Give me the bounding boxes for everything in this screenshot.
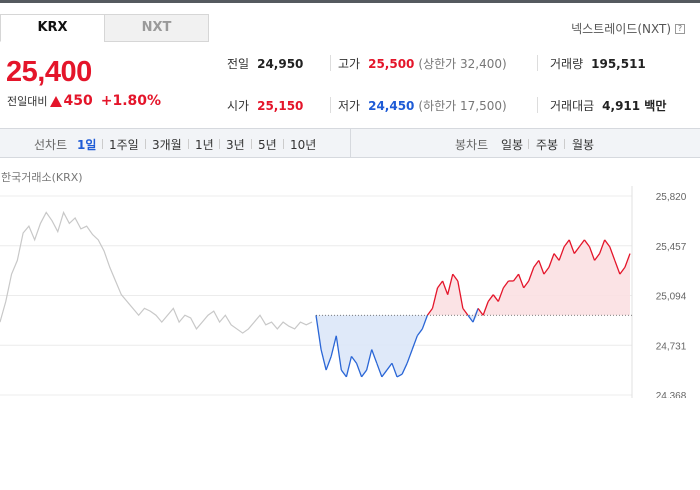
upper-limit: (상한가 32,400): [418, 57, 507, 71]
period-10y[interactable]: 10년: [290, 136, 316, 153]
change-value: 450: [63, 93, 93, 109]
stat-label: 시가: [227, 99, 250, 113]
stat-divider: [330, 55, 331, 71]
tab-nxt[interactable]: NXT: [104, 14, 209, 42]
stat-low: 저가 24,450 (하한가 17,500): [338, 97, 507, 114]
candle-weekly[interactable]: 주봉: [536, 136, 558, 153]
toolbar-separator: [251, 139, 252, 149]
up-triangle-icon: [50, 95, 63, 107]
tab-divider: [104, 41, 208, 42]
nxt-link-label: 넥스트레이드(NXT): [571, 22, 671, 36]
stat-open: 시가 25,150: [227, 97, 303, 114]
stat-label: 전일: [227, 57, 250, 71]
stat-prev-close: 전일 24,950: [227, 55, 303, 72]
toolbar-separator: [188, 139, 189, 149]
chart-toolbar: 선차트 1일 1주일 3개월 1년 3년 5년 10년 봉차트 일봉 주봉 월봉: [0, 128, 700, 158]
toolbar-separator: [102, 139, 103, 149]
period-1w[interactable]: 1주일: [109, 136, 139, 153]
price-change: 전일대비 450 +1.80%: [7, 93, 161, 109]
period-1d[interactable]: 1일: [77, 136, 96, 153]
y-tick-label: 25,457: [656, 242, 687, 253]
stat-value: 24,950: [257, 57, 304, 71]
stat-high: 고가 25,500 (상한가 32,400): [338, 55, 507, 72]
y-tick-label: 24,731: [656, 341, 687, 352]
price-chart[interactable]: 25,820 25,457 25,094 24,731 24,368: [0, 186, 700, 398]
toolbar-separator: [283, 139, 284, 149]
change-label: 전일대비: [7, 95, 48, 108]
stat-value: 4,911 백만: [602, 99, 667, 113]
y-tick-label: 25,094: [656, 292, 687, 303]
help-icon[interactable]: ?: [675, 23, 685, 34]
period-3y[interactable]: 3년: [226, 136, 245, 153]
toolbar-separator: [564, 139, 565, 149]
candle-monthly[interactable]: 월봉: [572, 136, 594, 153]
stat-divider: [537, 55, 538, 71]
candle-daily[interactable]: 일봉: [501, 136, 523, 153]
y-axis-labels: 25,820 25,457 25,094 24,731 24,368: [656, 192, 687, 398]
toolbar-separator: [219, 139, 220, 149]
period-1y[interactable]: 1년: [195, 136, 214, 153]
stat-label: 거래량: [550, 57, 584, 71]
line-chart-label: 선차트: [34, 138, 68, 152]
y-tick-label: 25,820: [656, 192, 687, 203]
top-border: [0, 0, 700, 3]
stat-trade-amount: 거래대금 4,911 백만: [550, 97, 666, 114]
current-price: 25,400: [6, 56, 92, 88]
candle-chart-label: 봉차트: [455, 138, 489, 152]
nxt-link[interactable]: 넥스트레이드(NXT) ?: [571, 20, 685, 37]
stat-label: 고가: [338, 57, 361, 71]
tab-krx[interactable]: KRX: [0, 14, 105, 42]
stat-value: 25,500: [368, 57, 415, 71]
toolbar-separator: [528, 139, 529, 149]
stat-divider: [330, 97, 331, 113]
stat-divider: [537, 97, 538, 113]
stat-value: 25,150: [257, 99, 304, 113]
toolbar-divider: [350, 129, 351, 157]
stat-label: 저가: [338, 99, 361, 113]
chart-title: 한국거래소(KRX): [1, 171, 83, 184]
period-3m[interactable]: 3개월: [152, 136, 182, 153]
stat-value: 195,511: [591, 57, 646, 71]
toolbar-separator: [145, 139, 146, 149]
stat-label: 거래대금: [550, 99, 595, 113]
stat-value: 24,450: [368, 99, 415, 113]
period-5y[interactable]: 5년: [258, 136, 277, 153]
stat-volume: 거래량 195,511: [550, 55, 646, 72]
change-percent: +1.80%: [100, 93, 162, 109]
lower-limit: (하한가 17,500): [418, 99, 507, 113]
y-tick-label: 24,368: [656, 391, 687, 398]
